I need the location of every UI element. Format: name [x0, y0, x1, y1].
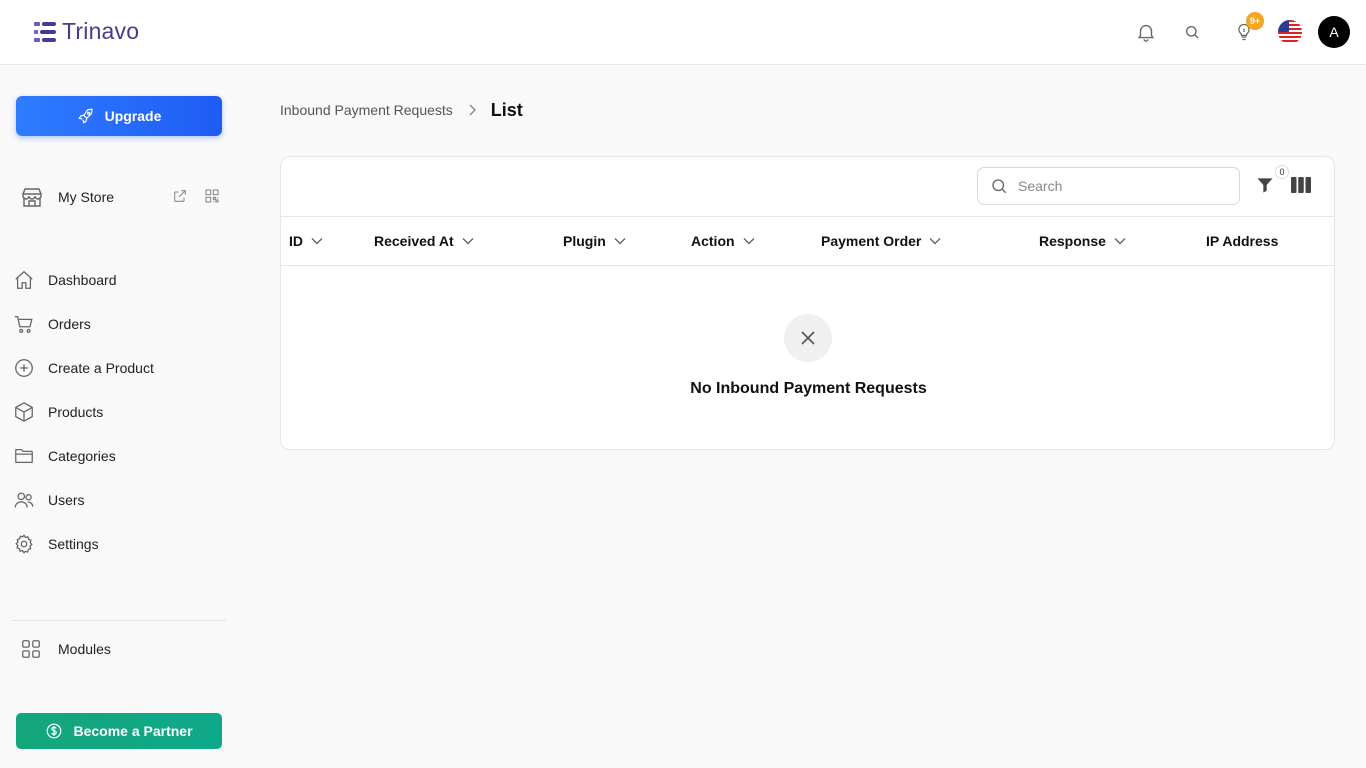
sidebar-item-create-product[interactable]: Create a Product	[12, 346, 222, 390]
table-card: 0 ID Received At Plugin Action Payment O…	[280, 156, 1335, 450]
chevron-down-icon	[929, 237, 941, 245]
chevron-down-icon	[1114, 237, 1126, 245]
search-input[interactable]	[1018, 178, 1218, 194]
my-store-label: My Store	[58, 189, 115, 205]
filter-count-badge: 0	[1275, 165, 1289, 179]
my-store-row[interactable]: My Store	[20, 184, 220, 210]
filter-icon[interactable]	[1255, 175, 1275, 195]
column-header-action[interactable]: Action	[691, 233, 755, 249]
sidebar-divider	[12, 620, 226, 621]
become-partner-label: Become a Partner	[73, 723, 193, 739]
header-search-button[interactable]	[1178, 18, 1206, 46]
become-partner-button[interactable]: Become a Partner	[16, 713, 222, 749]
notification-bell-button[interactable]	[1132, 18, 1160, 46]
box-icon	[12, 400, 36, 424]
search-icon	[1186, 26, 1199, 39]
column-header-id[interactable]: ID	[289, 233, 323, 249]
close-icon	[801, 331, 815, 345]
plus-circle-icon	[12, 356, 36, 380]
column-header-plugin[interactable]: Plugin	[563, 233, 626, 249]
logo[interactable]: Trinavo	[32, 18, 139, 45]
column-header-payment-order[interactable]: Payment Order	[821, 233, 941, 249]
dollar-circle-icon	[47, 723, 62, 739]
qr-code-icon[interactable]	[204, 188, 220, 204]
user-avatar[interactable]: A	[1318, 16, 1350, 48]
sidebar-item-categories[interactable]: Categories	[12, 434, 222, 478]
search-box[interactable]	[977, 167, 1240, 205]
upgrade-label: Upgrade	[104, 108, 162, 124]
search-icon	[992, 179, 1007, 194]
sidebar-item-products[interactable]: Products	[12, 390, 222, 434]
chevron-down-icon	[462, 237, 474, 245]
empty-state-message: No Inbound Payment Requests	[690, 380, 927, 397]
column-header-label: Payment Order	[821, 233, 922, 249]
page-title: List	[490, 99, 523, 120]
chevron-down-icon	[614, 237, 626, 245]
column-header-label: Action	[691, 233, 735, 249]
grid-icon	[22, 640, 40, 658]
language-flag-button[interactable]	[1278, 20, 1302, 44]
folder-icon	[12, 444, 36, 468]
column-header-received-at[interactable]: Received At	[374, 233, 474, 249]
sidebar-item-label: Products	[48, 404, 104, 420]
empty-state-icon	[784, 314, 832, 362]
users-icon	[12, 488, 36, 512]
sidebar-item-label: Dashboard	[48, 272, 117, 288]
table-header: ID Received At Plugin Action Payment Ord…	[281, 216, 1334, 266]
cart-icon	[12, 312, 36, 336]
upgrade-button[interactable]: Upgrade	[16, 96, 222, 136]
sidebar-item-dashboard[interactable]: Dashboard	[12, 258, 222, 302]
rocket-icon	[77, 108, 93, 124]
sidebar-item-users[interactable]: Users	[12, 478, 222, 522]
sidebar-item-settings[interactable]: Settings	[12, 522, 222, 566]
sidebar-item-modules[interactable]: Modules	[20, 637, 111, 661]
home-icon	[12, 268, 36, 292]
column-header-label: Plugin	[563, 233, 606, 249]
notification-badge: 9+	[1246, 12, 1264, 30]
sidebar-item-label: Categories	[48, 448, 116, 464]
bell-icon	[1137, 24, 1155, 42]
breadcrumb-parent-link[interactable]: Inbound Payment Requests	[280, 102, 453, 118]
column-header-label: ID	[289, 233, 303, 249]
column-header-label: IP Address	[1206, 233, 1279, 249]
sidebar-item-label: Create a Product	[48, 360, 154, 376]
external-link-icon[interactable]	[172, 188, 188, 204]
chevron-right-icon	[467, 104, 477, 116]
breadcrumb: Inbound Payment Requests List	[280, 98, 523, 122]
modules-label: Modules	[58, 641, 111, 657]
sidebar-item-label: Users	[48, 492, 85, 508]
gear-icon	[12, 532, 36, 556]
us-flag-icon	[1278, 20, 1302, 44]
columns-icon[interactable]	[1291, 177, 1311, 193]
sidebar-nav: Dashboard Orders Create a Product Produc…	[12, 258, 222, 566]
top-bar: Trinavo 9+ A	[0, 0, 1366, 65]
chevron-down-icon	[311, 237, 323, 245]
trinavo-logo-icon	[34, 21, 56, 42]
sidebar-item-label: Orders	[48, 316, 91, 332]
column-header-label: Response	[1039, 233, 1106, 249]
sidebar-item-label: Settings	[48, 536, 99, 552]
logo-text: Trinavo	[62, 18, 140, 44]
sidebar-item-orders[interactable]: Orders	[12, 302, 222, 346]
column-header-response[interactable]: Response	[1039, 233, 1126, 249]
column-header-ip-address[interactable]: IP Address	[1206, 233, 1278, 249]
chevron-down-icon	[743, 237, 755, 245]
store-icon	[22, 188, 42, 207]
column-header-label: Received At	[374, 233, 454, 249]
